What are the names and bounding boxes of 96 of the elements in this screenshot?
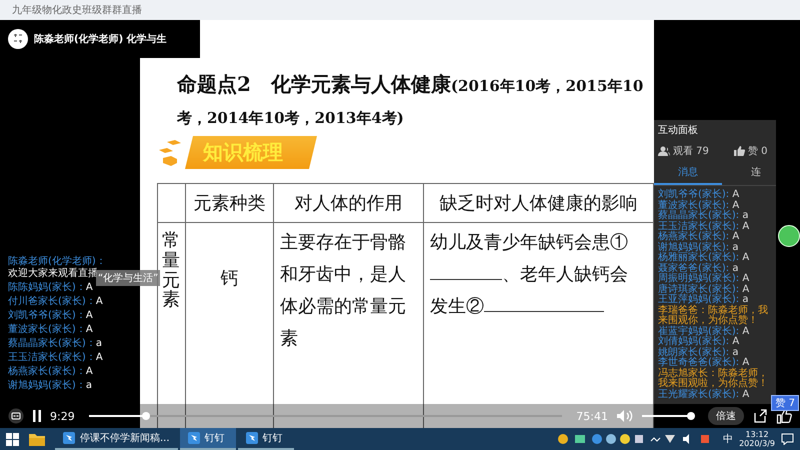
chat-author: 刘倩妈妈(家长):	[658, 336, 730, 347]
caption-icon[interactable]	[8, 408, 24, 424]
chat-author: 蔡晶晶家长(家长):	[658, 210, 740, 221]
chat-author: 董波家长(家长)：	[8, 324, 86, 336]
chat-text: a	[732, 242, 738, 252]
element-name: 钙	[220, 268, 238, 289]
chat-text: A	[86, 324, 93, 336]
notice-message: 冯志旭家长：陈淼老师，我来围观啦，为你点赞！	[658, 368, 769, 389]
app-icon	[246, 432, 258, 444]
clock-date: 2020/3/9	[739, 439, 775, 448]
column-header: 缺乏时对人体健康的影响	[424, 184, 654, 222]
chat-author: 姚朗家长(家长):	[658, 346, 730, 358]
app-icon	[188, 432, 200, 444]
viewer-count: 观看 79	[673, 144, 709, 158]
app-icon	[63, 432, 75, 444]
column-header: 元素种类	[186, 184, 274, 222]
chat-author: 王玉洁家长(家长)：	[8, 352, 96, 364]
chat-text: 欢迎大家来观看直播	[8, 268, 98, 280]
chat-text: A	[86, 282, 93, 294]
window-title: 九年级物化政史班级群群直播	[12, 4, 142, 17]
chat-author: 周振明妈妈(家长):	[658, 273, 740, 284]
chat-text: A	[86, 366, 93, 378]
chat-author: 陈淼老师(化学老师)：	[8, 256, 106, 268]
chat-text: a	[732, 262, 738, 274]
chat-author: 刘凯爷爷(家长):	[658, 189, 730, 200]
chat-author: 谢旭妈妈(家长):	[658, 242, 730, 252]
thumbs-up-icon[interactable]	[776, 408, 792, 424]
panel-tab[interactable]: 连	[722, 162, 776, 185]
chat-text: A	[741, 252, 750, 263]
chat-author: 付川爸家长(家长)：	[8, 296, 96, 308]
chat-text: A	[732, 200, 740, 210]
effect-text: 发生②	[430, 296, 484, 317]
thumbs-up-icon[interactable]	[734, 146, 745, 156]
chat-text: A	[731, 336, 740, 347]
share-icon[interactable]	[752, 408, 768, 424]
chat-author: 唐诗琪家长(家长):	[658, 284, 740, 294]
chat-author: 杨燕家长(家长)：	[8, 366, 86, 378]
windows-start-icon[interactable]	[6, 432, 19, 446]
folder-icon[interactable]	[29, 432, 45, 446]
chat-text: A	[741, 220, 750, 232]
chat-text: A	[741, 284, 750, 294]
pause-icon[interactable]	[32, 409, 42, 423]
chat-text: A	[731, 231, 740, 242]
like-count: 赞 0	[748, 145, 768, 158]
panel-tab[interactable]: 消息	[654, 162, 722, 185]
duration-time: 75:41	[576, 410, 608, 422]
chat-text: A	[86, 310, 93, 322]
chat-author: 王亚萍妈妈(家长):	[658, 294, 740, 305]
panel-title: 互动面板	[657, 124, 699, 138]
role-text: 主要存在于骨骼和牙齿中，是人体必需的常量元素	[280, 232, 406, 349]
like-badge: 赞 7	[771, 395, 799, 411]
chat-text: a	[741, 294, 748, 305]
column-header: 对人体的作用	[274, 184, 424, 222]
chat-text: A	[96, 296, 103, 308]
streamer-name: 陈淼老师(化学老师) 化学与生	[34, 32, 167, 46]
chat-text: A	[742, 357, 750, 368]
chat-text: A	[741, 388, 750, 400]
chat-text: A	[96, 352, 103, 364]
notification-icon[interactable]	[781, 433, 794, 445]
group-label: 常量元素	[162, 231, 180, 310]
chat-author: 陈陈妈妈(家长)：	[8, 282, 86, 294]
floating-round-button[interactable]	[778, 225, 800, 247]
chat-text: a	[86, 380, 92, 392]
effect-text: 幼儿及青少年缺钙会患①	[430, 232, 628, 253]
chat-author: 谢旭妈妈(家长)：	[8, 380, 86, 392]
section-banner: 知识梳理	[185, 136, 317, 169]
chat-author: 王光耀家长(家长):	[658, 388, 740, 400]
chat-text: a	[732, 346, 738, 358]
elapsed-time: 9:29	[50, 410, 75, 422]
section-heading: 命题点2 化学元素与人体健康(2016年10考，2015年10考，2014年10考，2013年4考)	[176, 71, 644, 129]
chat-author: 崔蓝宇妈妈(家长):	[658, 326, 740, 336]
chat-author: 聂家爸爸(家长):	[658, 262, 730, 274]
chat-text: a	[96, 338, 102, 350]
taskbar-item[interactable]: 停课不停学新闻稿...	[55, 428, 178, 450]
speed-button[interactable]: 倍速	[708, 407, 744, 425]
chat-author: 杨雅丽家长(家长):	[658, 252, 740, 263]
toast-label: “化学与生活”	[96, 270, 160, 286]
taskbar-item[interactable]: 钉钉	[238, 428, 294, 450]
chat-author: 蔡晶晶家长(家长)：	[8, 338, 96, 350]
effect-text: 、老年人缺钙会	[502, 264, 628, 285]
people-icon	[658, 146, 670, 156]
notice-message: 李瑞爸爸：陈淼老师，我来围观你，为你点赞！	[658, 306, 769, 326]
taskbar-item[interactable]: 钉钉	[180, 428, 236, 450]
avatar-icon	[8, 29, 28, 49]
chat-text: a	[741, 210, 748, 221]
chat-text: A	[731, 189, 740, 200]
chat-text: A	[741, 326, 750, 336]
chat-author: 刘凯爷爷(家长)：	[8, 310, 86, 322]
chat-author: 李世奇爸爸(家长):	[658, 357, 740, 368]
chat-author: 王玉洁家长(家长):	[658, 220, 740, 232]
chat-author: 杨燕家长(家长):	[658, 231, 730, 242]
volume-thumb[interactable]	[687, 412, 696, 420]
clock-time: 13:12	[746, 430, 769, 439]
chat-text: A	[741, 273, 750, 284]
input-method-indicator[interactable]: 中	[723, 432, 734, 446]
chat-author: 董波家长(家长):	[658, 200, 730, 210]
